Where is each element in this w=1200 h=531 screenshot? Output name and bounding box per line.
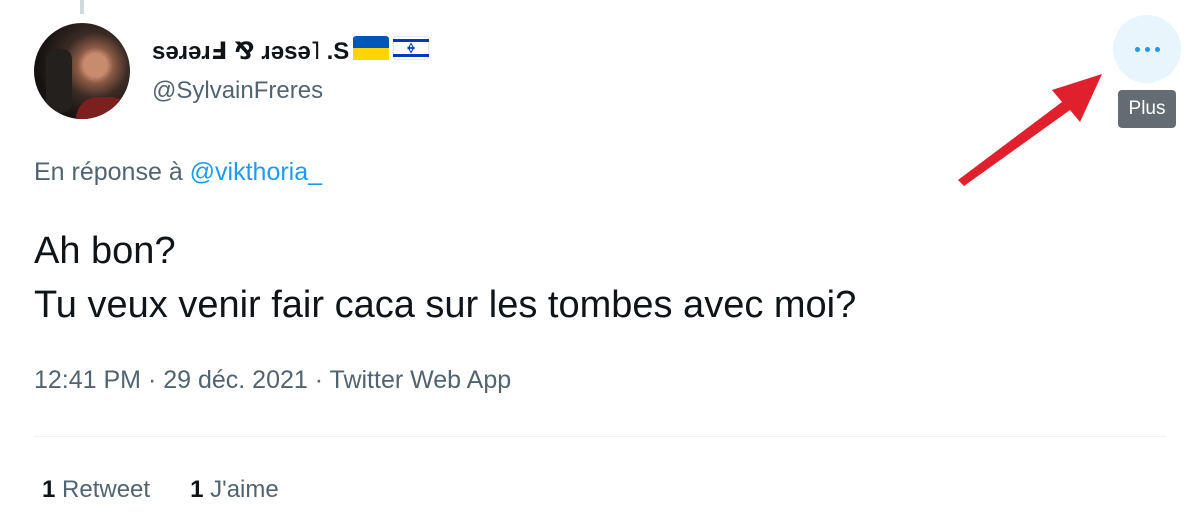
- thread-connector-line: [80, 0, 84, 14]
- more-options-button[interactable]: [1113, 15, 1181, 83]
- like-label: J'aime: [210, 476, 279, 503]
- tweet-stats: 1 Retweet 1 J'aime: [42, 476, 319, 504]
- reply-context: En réponse à @vikthoria_: [34, 158, 322, 187]
- annotation-arrow-icon: [958, 74, 1102, 186]
- flag-israel-icon: [393, 36, 430, 67]
- tweet-text: Ah bon? Tu veux venir fair caca sur les …: [34, 224, 856, 332]
- reply-prefix: En réponse à: [34, 158, 183, 186]
- tweet-text-line: Tu veux venir fair caca sur les tombes a…: [34, 284, 857, 326]
- retweets-stat[interactable]: 1 Retweet: [42, 476, 150, 504]
- tweet-text-line: Ah bon?: [34, 230, 176, 272]
- likes-stat[interactable]: 1 J'aime: [190, 476, 279, 504]
- retweet-count: 1: [42, 476, 56, 503]
- author-handle[interactable]: @SylvainFreres: [152, 77, 323, 105]
- more-tooltip: Plus: [1118, 90, 1176, 128]
- flag-ukraine-icon: [353, 36, 390, 67]
- divider: [34, 436, 1166, 437]
- more-dots-icon: [1134, 46, 1140, 52]
- display-name-text: sǝɹǝɹℲ ⅋ ɹǝsǝ˥ .S: [152, 38, 350, 65]
- avatar[interactable]: [34, 23, 130, 119]
- tweet-meta[interactable]: 12:41 PM · 29 déc. 2021 · Twitter Web Ap…: [34, 366, 511, 395]
- retweet-label: Retweet: [62, 476, 151, 503]
- author-display-name[interactable]: sǝɹǝɹℲ ⅋ ɹǝsǝ˥ .S: [152, 36, 430, 67]
- like-count: 1: [190, 476, 204, 503]
- reply-mention-link[interactable]: @vikthoria_: [190, 158, 322, 186]
